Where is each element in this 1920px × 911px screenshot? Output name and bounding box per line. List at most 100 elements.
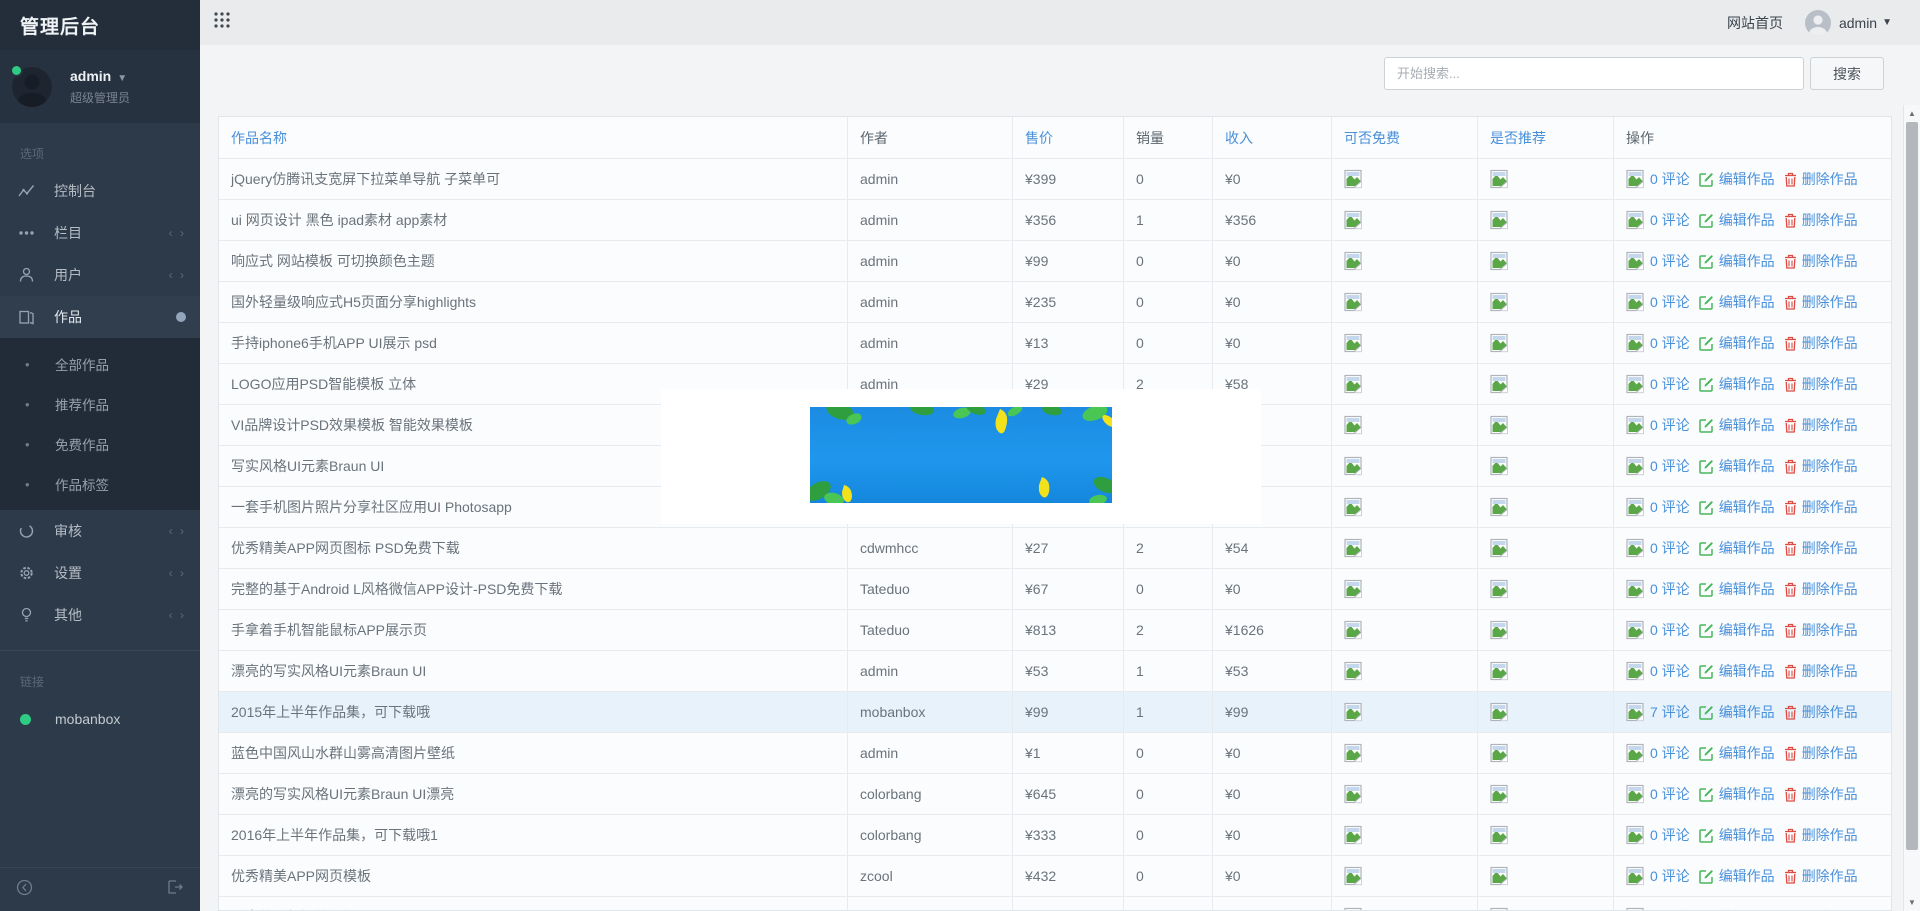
delete-work-link[interactable]: 删除作品 <box>1802 292 1858 312</box>
broken-image-icon[interactable] <box>1344 866 1363 886</box>
edit-work-link[interactable]: 编辑作品 <box>1719 907 1775 911</box>
delete-work-link[interactable]: 删除作品 <box>1802 456 1858 476</box>
sidebar-subitem-work-tags[interactable]: •作品标签 <box>0 464 200 504</box>
comments-link[interactable]: 0 评论 <box>1650 251 1690 271</box>
collapse-sidebar-icon[interactable] <box>16 879 33 901</box>
scrollbar-up-arrow[interactable]: ▲ <box>1904 107 1920 121</box>
delete-work-link[interactable]: 删除作品 <box>1802 866 1858 886</box>
comments-link[interactable]: 0 评论 <box>1650 538 1690 558</box>
broken-image-icon[interactable] <box>1344 415 1363 435</box>
broken-image-icon[interactable] <box>1490 374 1509 394</box>
broken-image-icon[interactable] <box>1490 825 1509 845</box>
sidebar-item-works[interactable]: 作品 <box>0 296 200 338</box>
broken-image-icon[interactable] <box>1344 702 1363 722</box>
sidebar-item-settings[interactable]: 设置‹ › <box>0 552 200 594</box>
comments-link[interactable]: 0 评论 <box>1650 661 1690 681</box>
broken-image-icon[interactable] <box>1490 333 1509 353</box>
sidebar-item-audit[interactable]: 审核‹ › <box>0 510 200 552</box>
delete-work-link[interactable]: 删除作品 <box>1802 251 1858 271</box>
comments-link[interactable]: 0 评论 <box>1650 784 1690 804</box>
edit-work-link[interactable]: 编辑作品 <box>1719 538 1775 558</box>
delete-work-link[interactable]: 删除作品 <box>1802 169 1858 189</box>
comments-link[interactable]: 0 评论 <box>1650 866 1690 886</box>
broken-image-icon[interactable] <box>1344 251 1363 271</box>
broken-image-icon[interactable] <box>1344 169 1363 189</box>
edit-work-link[interactable]: 编辑作品 <box>1719 169 1775 189</box>
sidebar-item-other[interactable]: 其他‹ › <box>0 594 200 636</box>
edit-work-link[interactable]: 编辑作品 <box>1719 743 1775 763</box>
user-menu[interactable]: admin ▼ <box>1805 10 1892 36</box>
home-link[interactable]: 网站首页 <box>1727 13 1783 33</box>
broken-image-icon[interactable] <box>1490 620 1509 640</box>
delete-work-link[interactable]: 删除作品 <box>1802 825 1858 845</box>
edit-work-link[interactable]: 编辑作品 <box>1719 825 1775 845</box>
scrollbar[interactable]: ▲ ▼ <box>1903 105 1920 911</box>
broken-image-icon[interactable] <box>1344 784 1363 804</box>
comments-link[interactable]: 0 评论 <box>1650 579 1690 599</box>
broken-image-icon[interactable] <box>1490 292 1509 312</box>
scrollbar-down-arrow[interactable]: ▼ <box>1904 896 1920 910</box>
broken-image-icon[interactable] <box>1344 374 1363 394</box>
sidebar-subitem-free-works[interactable]: •免费作品 <box>0 424 200 464</box>
comments-link[interactable]: 0 评论 <box>1650 169 1690 189</box>
edit-work-link[interactable]: 编辑作品 <box>1719 292 1775 312</box>
sidebar-item-users[interactable]: 用户‹ › <box>0 254 200 296</box>
broken-image-icon[interactable] <box>1344 333 1363 353</box>
sidebar-subitem-recommended-works[interactable]: •推荐作品 <box>0 384 200 424</box>
broken-image-icon[interactable] <box>1344 292 1363 312</box>
broken-image-icon[interactable] <box>1490 866 1509 886</box>
delete-work-link[interactable]: 删除作品 <box>1802 661 1858 681</box>
broken-image-icon[interactable] <box>1490 415 1509 435</box>
delete-work-link[interactable]: 删除作品 <box>1802 907 1858 911</box>
column-header[interactable]: 可否免费 <box>1331 117 1477 158</box>
column-header[interactable]: 作品名称 <box>219 117 847 158</box>
sidebar-item-columns[interactable]: 栏目‹ › <box>0 212 200 254</box>
delete-work-link[interactable]: 删除作品 <box>1802 374 1858 394</box>
edit-work-link[interactable]: 编辑作品 <box>1719 374 1775 394</box>
delete-work-link[interactable]: 删除作品 <box>1802 333 1858 353</box>
edit-work-link[interactable]: 编辑作品 <box>1719 210 1775 230</box>
sidebar-subitem-all-works[interactable]: •全部作品 <box>0 344 200 384</box>
edit-work-link[interactable]: 编辑作品 <box>1719 415 1775 435</box>
delete-work-link[interactable]: 删除作品 <box>1802 743 1858 763</box>
broken-image-icon[interactable] <box>1344 538 1363 558</box>
sidebar-item-console[interactable]: 控制台 <box>0 170 200 212</box>
broken-image-icon[interactable] <box>1490 743 1509 763</box>
comments-link[interactable]: 0 评论 <box>1650 210 1690 230</box>
comments-link[interactable]: 0 评论 <box>1650 374 1690 394</box>
column-header[interactable]: 售价 <box>1012 117 1123 158</box>
broken-image-icon[interactable] <box>1490 169 1509 189</box>
broken-image-icon[interactable] <box>1344 497 1363 517</box>
edit-work-link[interactable]: 编辑作品 <box>1719 456 1775 476</box>
broken-image-icon[interactable] <box>1344 456 1363 476</box>
edit-work-link[interactable]: 编辑作品 <box>1719 251 1775 271</box>
edit-work-link[interactable]: 编辑作品 <box>1719 497 1775 517</box>
broken-image-icon[interactable] <box>1344 579 1363 599</box>
delete-work-link[interactable]: 删除作品 <box>1802 415 1858 435</box>
comments-link[interactable]: 0 评论 <box>1650 497 1690 517</box>
comments-link[interactable]: 0 评论 <box>1650 743 1690 763</box>
broken-image-icon[interactable] <box>1344 210 1363 230</box>
apps-grid-icon[interactable] <box>213 11 231 34</box>
broken-image-icon[interactable] <box>1344 907 1363 911</box>
comments-link[interactable]: 0 评论 <box>1650 825 1690 845</box>
edit-work-link[interactable]: 编辑作品 <box>1719 333 1775 353</box>
column-header[interactable]: 收入 <box>1212 117 1331 158</box>
delete-work-link[interactable]: 删除作品 <box>1802 210 1858 230</box>
delete-work-link[interactable]: 删除作品 <box>1802 620 1858 640</box>
scrollbar-thumb[interactable] <box>1906 122 1918 850</box>
broken-image-icon[interactable] <box>1490 661 1509 681</box>
comments-link[interactable]: 0 评论 <box>1650 292 1690 312</box>
profile-name[interactable]: admin▼ <box>70 68 127 84</box>
broken-image-icon[interactable] <box>1490 702 1509 722</box>
comments-link[interactable]: 0 评论 <box>1650 333 1690 353</box>
broken-image-icon[interactable] <box>1344 825 1363 845</box>
edit-work-link[interactable]: 编辑作品 <box>1719 702 1775 722</box>
edit-work-link[interactable]: 编辑作品 <box>1719 620 1775 640</box>
sidebar-link-mobanbox[interactable]: mobanbox <box>0 698 200 740</box>
broken-image-icon[interactable] <box>1490 497 1509 517</box>
broken-image-icon[interactable] <box>1490 210 1509 230</box>
broken-image-icon[interactable] <box>1490 579 1509 599</box>
edit-work-link[interactable]: 编辑作品 <box>1719 661 1775 681</box>
broken-image-icon[interactable] <box>1344 743 1363 763</box>
